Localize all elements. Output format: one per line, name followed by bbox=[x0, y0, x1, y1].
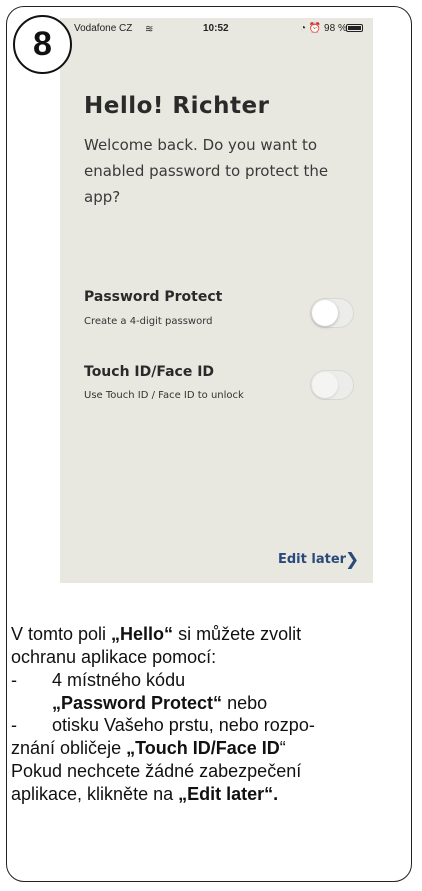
clock-label: 10:52 bbox=[203, 23, 229, 34]
carrier-label: Vodafone CZ bbox=[74, 23, 133, 34]
text: otisku Vašeho prstu, nebo rozpo- bbox=[52, 715, 315, 735]
instruction-line-5: - otisku Vašeho prstu, nebo rozpo- bbox=[11, 714, 411, 736]
step-number-badge: 8 bbox=[13, 15, 72, 74]
instruction-line-2: ochranu aplikace pomocí: bbox=[11, 647, 217, 667]
text: si můžete zvolit bbox=[173, 624, 302, 644]
chevron-right-icon[interactable]: ❯ bbox=[345, 550, 359, 570]
battery-icon bbox=[346, 24, 363, 32]
instruction-line-8: aplikace, klikněte na „Edit later“. bbox=[11, 783, 411, 805]
instruction-line-3: - 4 místného kódu bbox=[11, 669, 411, 691]
hello-term: „Hello“ bbox=[111, 624, 174, 644]
welcome-message: Welcome back. Do you want to enabled pas… bbox=[84, 136, 329, 206]
instruction-line-6: znání obličeje „Touch ID/Face ID“ bbox=[11, 737, 411, 759]
page-title: Hello! Richter bbox=[84, 93, 270, 119]
text: “ bbox=[279, 738, 286, 758]
touch-id-toggle[interactable] bbox=[310, 370, 354, 400]
toggle-knob bbox=[312, 300, 338, 326]
text: aplikace, klikněte na bbox=[11, 784, 179, 804]
status-indicators: ◔ ⏰ 98 % bbox=[300, 23, 347, 34]
password-protect-subtitle: Create a 4-digit password bbox=[84, 316, 213, 327]
instruction-line-7: Pokud nechcete žádné zabezpečení bbox=[11, 761, 302, 781]
wifi-icon: ≋ bbox=[145, 24, 154, 35]
edit-later-term: „Edit later“. bbox=[178, 784, 279, 804]
touch-id-title: Touch ID/Face ID bbox=[84, 364, 215, 380]
bullet-dash: - bbox=[11, 670, 17, 690]
edit-later-link[interactable]: Edit later bbox=[278, 552, 346, 567]
text: V tomto poli bbox=[11, 624, 112, 644]
bullet-dash: - bbox=[11, 715, 17, 735]
touch-id-subtitle: Use Touch ID / Face ID to unlock bbox=[84, 390, 244, 401]
password-protect-toggle[interactable] bbox=[310, 298, 354, 328]
toggle-knob bbox=[312, 372, 338, 398]
phone-screenshot: Vodafone CZ ≋ 10:52 ◔ ⏰ 98 % Hello! Rich… bbox=[60, 18, 373, 583]
text: 4 místného kódu bbox=[52, 670, 186, 690]
instruction-line-1: V tomto poli „Hello“ si můžete zvolit bbox=[11, 623, 411, 645]
status-bar: Vodafone CZ ≋ 10:52 ◔ ⏰ 98 % bbox=[60, 18, 373, 40]
instruction-line-4: „Password Protect“ nebo bbox=[52, 692, 422, 714]
password-protect-title: Password Protect bbox=[84, 289, 223, 305]
password-protect-term: „Password Protect“ bbox=[52, 693, 223, 713]
text: nebo bbox=[222, 693, 268, 713]
text: znání obličeje bbox=[11, 738, 127, 758]
touch-id-term: „Touch ID/Face ID bbox=[126, 738, 280, 758]
